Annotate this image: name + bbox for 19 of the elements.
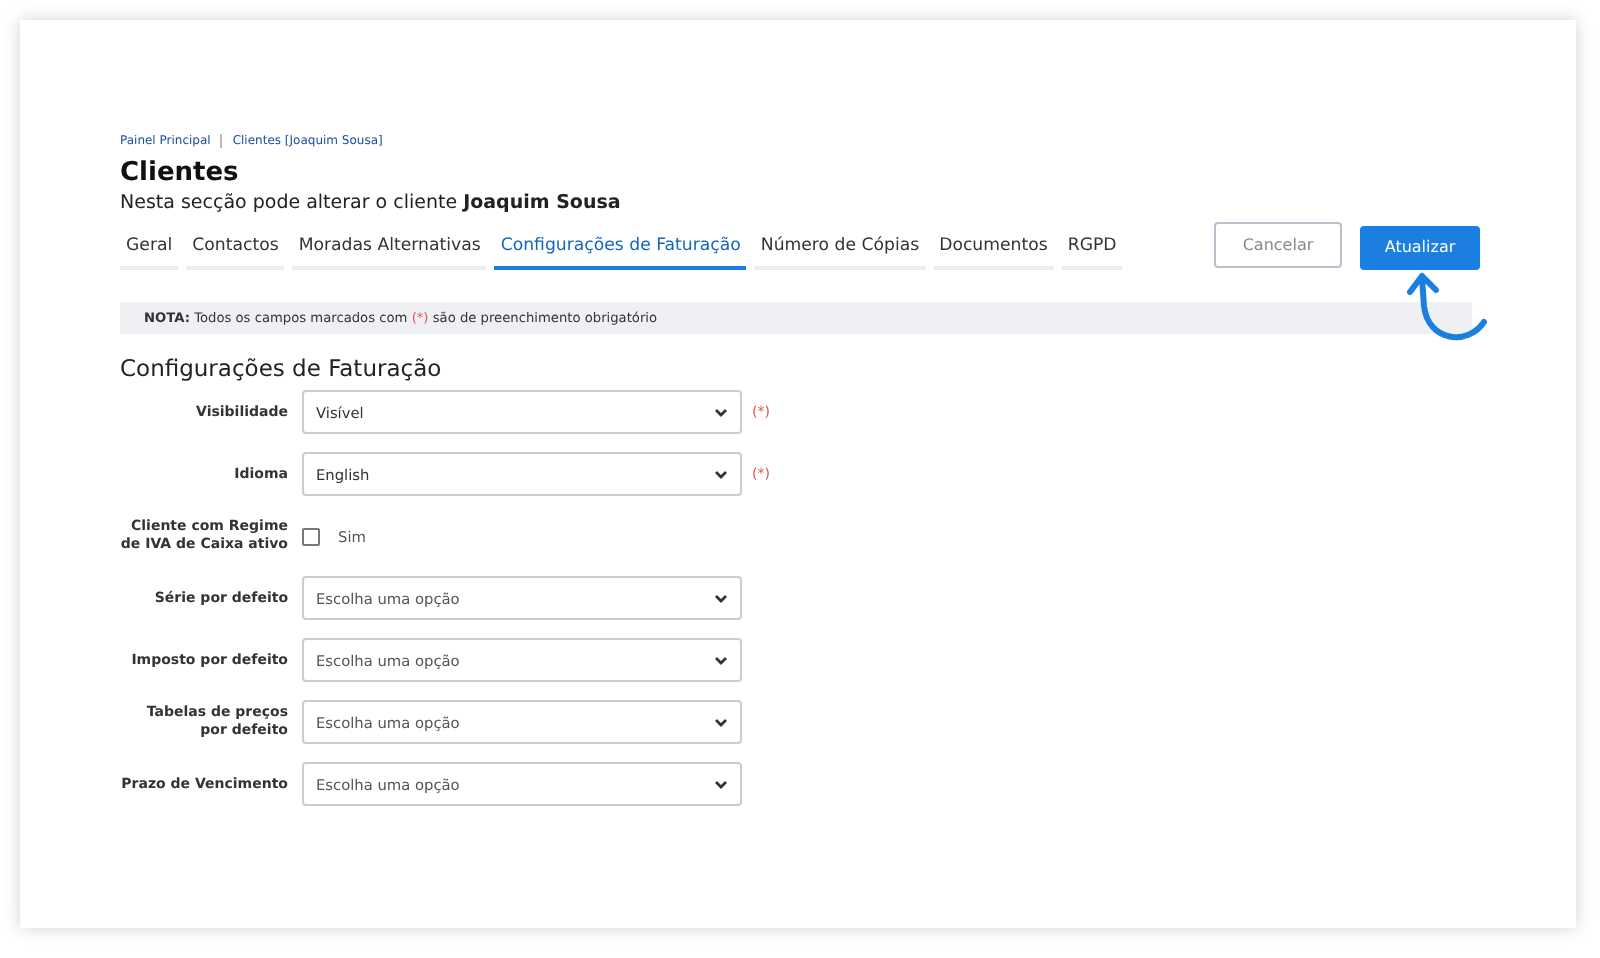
- page-title: Clientes: [120, 158, 241, 188]
- tab[interactable]: Configurações de Faturação: [494, 232, 747, 270]
- tab[interactable]: Moradas Alternativas: [292, 232, 487, 270]
- tab[interactable]: Número de Cópias: [754, 232, 926, 270]
- chevron-down-icon: [714, 593, 728, 603]
- update-button[interactable]: Atualizar: [1360, 225, 1480, 269]
- tab[interactable]: Geral: [120, 232, 179, 270]
- chevron-down-icon: [714, 717, 728, 727]
- checkbox[interactable]: [302, 527, 320, 545]
- tab[interactable]: RGPD: [1061, 232, 1123, 270]
- section-title: Configurações de Faturação: [120, 354, 444, 382]
- chevron-down-icon: [714, 779, 728, 789]
- chevron-down-icon: [714, 655, 728, 665]
- page-subtitle: Nesta secção pode alterar o cliente Joaquim Sousa: [120, 192, 623, 214]
- tab[interactable]: Contactos: [186, 232, 285, 270]
- chevron-down-icon: [714, 469, 728, 479]
- cancel-button[interactable]: Cancelar: [1214, 222, 1342, 268]
- chevron-down-icon: [714, 407, 728, 417]
- tab[interactable]: Documentos: [933, 232, 1054, 270]
